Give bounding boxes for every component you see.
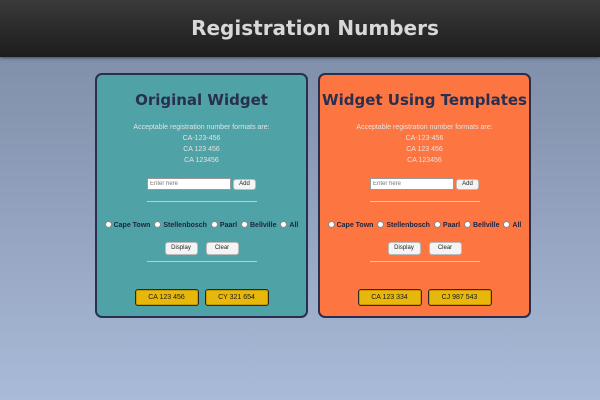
- display-button[interactable]: Display: [164, 242, 198, 255]
- radio-circle-icon[interactable]: [241, 221, 248, 228]
- registration-entry: Add: [320, 178, 529, 190]
- registration-input[interactable]: [147, 178, 231, 190]
- radio-circle-icon[interactable]: [327, 221, 335, 228]
- radio-label: Stellenbosch: [163, 222, 207, 229]
- plates-list: CA 123 334 CJ 987 543: [320, 289, 529, 306]
- format-example: CA-123-456: [405, 135, 444, 142]
- radio-label: Cape Town: [113, 222, 151, 229]
- radio-all[interactable]: All: [503, 221, 521, 229]
- town-radio-group: Cape Town Stellenbosch Paarl Bellville A…: [97, 221, 306, 229]
- registration-input[interactable]: [370, 178, 454, 190]
- radio-label: Cape Town: [336, 222, 374, 229]
- registration-entry: Add: [97, 178, 306, 190]
- radio-label: All: [289, 222, 299, 229]
- radio-all[interactable]: All: [280, 221, 298, 229]
- divider: [370, 261, 480, 262]
- display-button[interactable]: Display: [387, 242, 421, 255]
- radio-label: Bellville: [250, 222, 277, 229]
- divider: [147, 201, 257, 202]
- radio-circle-icon[interactable]: [433, 221, 441, 228]
- template-widget-panel: Widget Using Templates Acceptable regist…: [318, 73, 531, 318]
- radio-circle-icon[interactable]: [104, 221, 112, 228]
- radio-circle-icon[interactable]: [154, 221, 162, 228]
- format-example: CA 123456: [184, 157, 219, 164]
- registration-plate: CA 123 334: [357, 289, 422, 306]
- radio-circle-icon[interactable]: [464, 221, 471, 228]
- radio-circle-icon[interactable]: [280, 221, 288, 228]
- radio-circle-icon[interactable]: [377, 221, 385, 228]
- formats-info: Acceptable registration number formats a…: [320, 122, 529, 166]
- formats-intro: Acceptable registration number formats a…: [133, 124, 270, 131]
- radio-cape-town[interactable]: Cape Town: [104, 221, 151, 229]
- original-widget-panel: Original Widget Acceptable registration …: [95, 73, 308, 318]
- radio-label: Bellville: [473, 222, 500, 229]
- plates-list: CA 123 456 CY 321 654: [97, 289, 306, 306]
- action-buttons: Display Clear: [97, 242, 306, 255]
- formats-info: Acceptable registration number formats a…: [97, 122, 306, 166]
- widget-title: Original Widget: [135, 91, 268, 109]
- widget-title: Widget Using Templates: [322, 91, 527, 109]
- radio-bellville[interactable]: Bellville: [241, 221, 276, 229]
- radio-paarl[interactable]: Paarl: [210, 221, 238, 229]
- radio-bellville[interactable]: Bellville: [464, 221, 499, 229]
- registration-plate: CJ 987 543: [427, 289, 492, 306]
- radio-label: Paarl: [442, 222, 461, 229]
- radio-circle-icon[interactable]: [503, 221, 511, 228]
- page-title: Registration Numbers: [191, 16, 439, 40]
- radio-label: Stellenbosch: [386, 222, 430, 229]
- town-radio-group: Cape Town Stellenbosch Paarl Bellville A…: [320, 221, 529, 229]
- app-header: Registration Numbers: [0, 0, 600, 57]
- radio-stellenbosch[interactable]: Stellenbosch: [377, 221, 430, 229]
- format-example: CA 123 456: [406, 146, 443, 153]
- clear-button[interactable]: Clear: [428, 242, 462, 255]
- radio-label: Paarl: [219, 222, 238, 229]
- format-example: CA 123 456: [183, 146, 220, 153]
- radio-stellenbosch[interactable]: Stellenbosch: [154, 221, 207, 229]
- divider: [370, 201, 480, 202]
- format-example: CA 123456: [407, 157, 442, 164]
- add-button[interactable]: Add: [456, 178, 479, 190]
- radio-paarl[interactable]: Paarl: [433, 221, 461, 229]
- radio-label: All: [512, 222, 522, 229]
- radio-cape-town[interactable]: Cape Town: [327, 221, 374, 229]
- divider: [147, 261, 257, 262]
- clear-button[interactable]: Clear: [205, 242, 239, 255]
- add-button[interactable]: Add: [233, 178, 256, 190]
- action-buttons: Display Clear: [320, 242, 529, 255]
- format-example: CA-123-456: [182, 135, 221, 142]
- registration-plate: CA 123 456: [134, 289, 199, 306]
- radio-circle-icon[interactable]: [210, 221, 218, 228]
- formats-intro: Acceptable registration number formats a…: [356, 124, 493, 131]
- registration-plate: CY 321 654: [204, 289, 269, 306]
